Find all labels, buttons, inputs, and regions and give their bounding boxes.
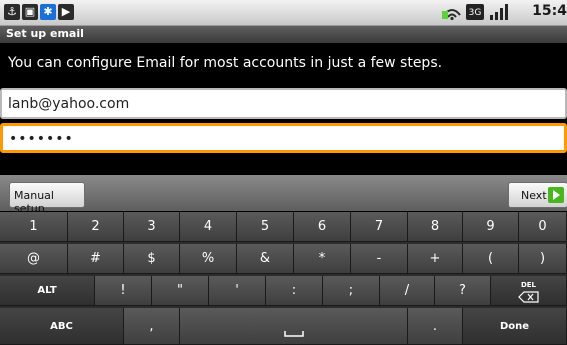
key-4[interactable]: 4: [180, 212, 237, 242]
key-lparen[interactable]: (: [463, 244, 519, 274]
next-arrow-icon: [548, 187, 564, 203]
email-field[interactable]: lanb@yahoo.com: [0, 88, 567, 119]
instructions-text: You can configure Email for most account…: [8, 55, 443, 71]
key-abc[interactable]: ABC: [0, 308, 124, 345]
key-delete[interactable]: DEL: [491, 276, 567, 306]
key-minus[interactable]: -: [351, 244, 408, 274]
clock: 15:4: [532, 3, 567, 19]
usb-icon: ⚓: [4, 4, 20, 20]
keyboard: 1 2 3 4 5 6 7 8 9 0 @ # $ % & * - + ( ) …: [0, 212, 567, 345]
key-percent[interactable]: %: [180, 244, 237, 274]
key-2[interactable]: 2: [68, 212, 124, 242]
key-1[interactable]: 1: [0, 212, 68, 242]
key-comma[interactable]: ,: [124, 308, 180, 345]
bluetooth-icon: ✱: [40, 4, 56, 20]
delete-label: DEL: [520, 281, 537, 289]
backspace-icon: [517, 291, 539, 303]
key-at[interactable]: @: [0, 244, 68, 274]
key-alt[interactable]: ALT: [0, 276, 95, 306]
key-dollar[interactable]: $: [124, 244, 180, 274]
next-label: Next: [521, 189, 547, 202]
action-bar: [0, 175, 567, 211]
key-colon[interactable]: :: [266, 276, 323, 306]
key-3[interactable]: 3: [124, 212, 180, 242]
key-asterisk[interactable]: *: [294, 244, 351, 274]
key-5[interactable]: 5: [237, 212, 294, 242]
key-ampersand[interactable]: &: [237, 244, 294, 274]
page-title: Set up email: [6, 27, 84, 40]
key-exclaim[interactable]: !: [95, 276, 152, 306]
key-quote[interactable]: ": [152, 276, 209, 306]
key-done[interactable]: Done: [463, 308, 567, 345]
key-question[interactable]: ?: [435, 276, 491, 306]
password-field[interactable]: •••••••: [0, 123, 567, 153]
key-6[interactable]: 6: [294, 212, 351, 242]
key-space[interactable]: [180, 308, 408, 345]
password-value: •••••••: [9, 131, 74, 147]
email-value: lanb@yahoo.com: [8, 96, 130, 112]
key-rparen[interactable]: ): [519, 244, 567, 274]
key-slash[interactable]: /: [380, 276, 435, 306]
play-icon: ▶: [58, 4, 74, 20]
key-semicolon[interactable]: ;: [323, 276, 380, 306]
notification-icon: ▣: [22, 4, 38, 20]
key-plus[interactable]: +: [408, 244, 463, 274]
wifi-icon: [442, 3, 462, 21]
key-7[interactable]: 7: [351, 212, 408, 242]
3g-icon: 3G: [465, 3, 485, 21]
manual-setup-button[interactable]: Manual setup: [9, 182, 85, 215]
key-8[interactable]: 8: [408, 212, 463, 242]
space-icon: [284, 331, 304, 337]
key-period[interactable]: .: [408, 308, 463, 345]
key-9[interactable]: 9: [463, 212, 519, 242]
key-0[interactable]: 0: [519, 212, 567, 242]
status-bar: ⚓ ▣ ✱ ▶ 3G 15:4: [0, 0, 567, 26]
svg-text:3G: 3G: [469, 8, 482, 18]
signal-icon: [489, 3, 509, 21]
key-hash[interactable]: #: [68, 244, 124, 274]
title-bar: Set up email: [0, 26, 567, 43]
key-apostrophe[interactable]: ': [209, 276, 266, 306]
next-button[interactable]: Next: [508, 182, 567, 208]
